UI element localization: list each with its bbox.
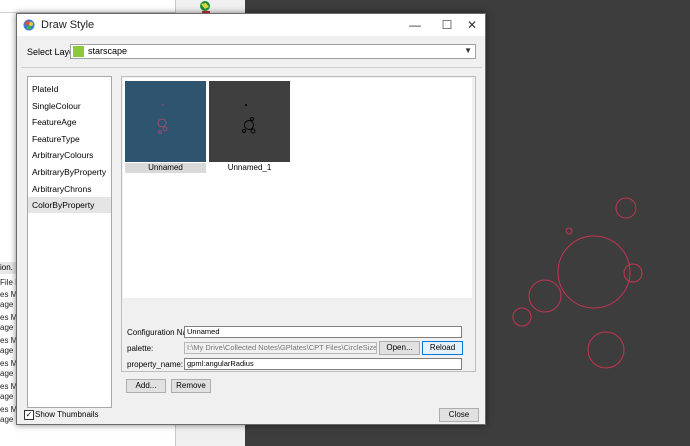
close-window-button[interactable]: ✕ (458, 14, 486, 36)
app-logo-icon (23, 19, 35, 31)
select-layer-value: starscape (88, 46, 128, 56)
divider (21, 67, 482, 68)
background-toolbar (0, 0, 175, 13)
thumbnail-area: Unnamed Unnamed_1 (123, 78, 472, 298)
configuration-name-input[interactable]: Unnamed (184, 326, 462, 338)
reload-palette-button[interactable]: Reload (422, 341, 463, 355)
thumbnail-unnamed-1[interactable]: Unnamed_1 (209, 81, 290, 172)
show-thumbnails-checkbox[interactable]: ✓ (24, 410, 34, 420)
open-palette-button[interactable]: Open... (379, 341, 420, 355)
circle-marker (512, 307, 532, 327)
property-name-label: property_name: (127, 360, 184, 369)
layer-color-swatch (73, 46, 84, 57)
maximize-button[interactable]: ☐ (433, 14, 461, 36)
style-config-panel: Unnamed Unnamed_1 Configuration Name: Un… (121, 76, 476, 372)
show-thumbnails-label: Show Thumbnails (35, 410, 99, 419)
style-category-list: PlateId SingleColour FeatureAge FeatureT… (27, 76, 112, 408)
chevron-down-icon: ▼ (464, 46, 472, 55)
thumbnail-caption: Unnamed (125, 163, 206, 173)
thumbnail-unnamed[interactable]: Unnamed (125, 81, 206, 173)
style-preview-image (125, 81, 206, 162)
palette-path-field: I:\My Drive\Collected Notes\GPlates\CPT … (184, 342, 377, 354)
title-bar[interactable]: Draw Style — ☐ ✕ (17, 14, 485, 36)
close-button[interactable]: Close (439, 408, 479, 422)
thumbnail-caption: Unnamed_1 (227, 163, 272, 172)
circle-marker (528, 279, 562, 313)
remove-button[interactable]: Remove (171, 379, 211, 393)
select-layer-dropdown[interactable]: starscape ▼ (70, 44, 476, 59)
draw-style-dialog: Draw Style — ☐ ✕ Select Layer: starscape… (16, 13, 486, 425)
minimize-button[interactable]: — (401, 14, 429, 36)
globe-canvas[interactable] (486, 0, 690, 446)
circle-marker (615, 197, 637, 219)
style-item-singlecolour[interactable]: SingleColour (28, 98, 111, 114)
circle-marker (623, 263, 643, 283)
style-item-arbitrarycolours[interactable]: ArbitraryColours (28, 147, 111, 163)
add-button[interactable]: Add... (126, 379, 166, 393)
style-item-featureage[interactable]: FeatureAge (28, 114, 111, 130)
style-item-featuretype[interactable]: FeatureType (28, 131, 111, 147)
circle-marker (557, 235, 631, 309)
style-item-arbitrarybyproperty[interactable]: ArbitraryByProperty (28, 164, 111, 180)
property-name-input[interactable]: gpml:angularRadius (184, 358, 462, 370)
style-item-arbitrarychrons[interactable]: ArbitraryChrons (28, 181, 111, 197)
style-item-colorbyproperty[interactable]: ColorByProperty (28, 197, 111, 213)
style-item-plateid[interactable]: PlateId (28, 81, 111, 97)
palette-label: palette: (127, 344, 154, 353)
globe-icon (200, 1, 210, 13)
circle-marker (587, 331, 625, 369)
style-preview-image (209, 81, 290, 162)
circle-marker (565, 227, 573, 235)
log-header-text: ion. (0, 263, 13, 272)
window-title: Draw Style (41, 19, 95, 31)
